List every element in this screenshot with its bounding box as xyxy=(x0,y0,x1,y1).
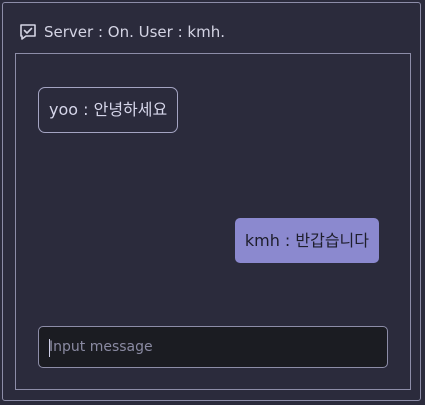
chat-check-icon xyxy=(18,22,38,42)
message-bubble-other: yoo : 안녕하세요 xyxy=(38,87,179,133)
text-caret xyxy=(49,339,50,357)
message-panel: yoo : 안녕하세요 kmh : 반갑습니다 xyxy=(15,53,411,390)
message-input-container[interactable] xyxy=(38,326,388,368)
status-text: Server : On. User : kmh. xyxy=(44,23,225,41)
chat-window: Server : On. User : kmh. yoo : 안녕하세요 kmh… xyxy=(2,2,421,401)
chat-header: Server : On. User : kmh. xyxy=(18,21,225,43)
message-input[interactable] xyxy=(39,327,387,367)
message-bubble-self: kmh : 반갑습니다 xyxy=(234,218,379,263)
message-text: yoo : 안녕하세요 xyxy=(49,100,168,119)
message-text: kmh : 반갑습니다 xyxy=(244,230,369,250)
